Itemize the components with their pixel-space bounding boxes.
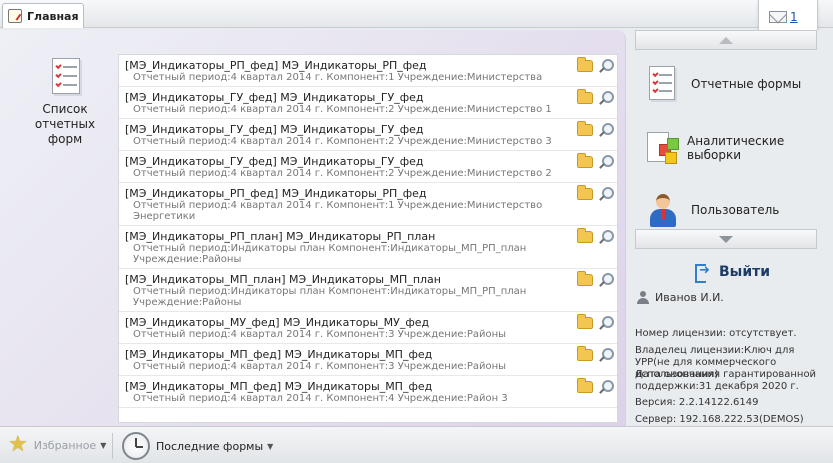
caret-down-icon: ▼ [267, 441, 274, 451]
form-row[interactable]: [МЭ_Индикаторы_МП_план] МЭ_Индикаторы_МП… [119, 269, 617, 312]
form-row[interactable]: [МЭ_Индикаторы_ГУ_фед] МЭ_Индикаторы_ГУ_… [119, 119, 617, 151]
logout-icon [695, 263, 711, 283]
folder-icon[interactable] [577, 314, 593, 329]
folder-icon[interactable] [577, 228, 593, 243]
scroll-down-button[interactable] [635, 229, 817, 249]
forms-list: [МЭ_Индикаторы_РП_фед] МЭ_Индикаторы_РП_… [118, 54, 618, 423]
user-icon [645, 190, 681, 230]
analytics-cubes-icon [645, 128, 679, 168]
recent-forms-menu[interactable]: Последние формы ▼ [122, 432, 273, 460]
form-meta: Отчетный период:4 квартал 2014 г. Компон… [133, 72, 543, 83]
form-meta: Отчетный период:4 квартал 2014 г. Компон… [133, 136, 552, 147]
tab-home[interactable]: Главная [2, 3, 84, 28]
form-row[interactable]: [МЭ_Индикаторы_МП_фед] МЭ_Индикаторы_МП_… [119, 344, 617, 376]
folder-icon[interactable] [577, 346, 593, 361]
form-title[interactable]: [МЭ_Индикаторы_ГУ_фед] МЭ_Индикаторы_ГУ_… [125, 91, 557, 104]
magnifier-icon[interactable] [598, 316, 614, 331]
form-row[interactable]: [МЭ_Индикаторы_РП_план] МЭ_Индикаторы_РП… [119, 226, 617, 269]
user-name: Иванов И.И. [655, 291, 724, 304]
favorites-label: Избранное [33, 438, 97, 452]
bottom-bar: ★ Избранное ▼ Последние формы ▼ [0, 426, 833, 463]
folder-icon[interactable] [577, 57, 593, 72]
magnifier-icon[interactable] [598, 380, 614, 395]
magnifier-icon[interactable] [598, 155, 614, 170]
sidebar-item-label: Аналитические выборки [687, 134, 785, 162]
top-tab-bar: Главная [0, 0, 833, 28]
sidebar-item-analytics[interactable]: Аналитические выборки [645, 128, 825, 168]
notification-count-link[interactable]: 1 [790, 10, 798, 24]
magnifier-icon[interactable] [598, 123, 614, 138]
tab-home-label: Главная [27, 9, 79, 23]
magnifier-icon[interactable] [598, 348, 614, 363]
form-row[interactable]: [МЭ_Индикаторы_ГУ_фед] МЭ_Индикаторы_ГУ_… [119, 151, 617, 183]
list-forms-label: Список отчетных форм [34, 102, 96, 146]
clock-icon [122, 432, 150, 460]
scroll-up-button[interactable] [635, 30, 817, 50]
recent-forms-label: Последние формы [156, 439, 264, 453]
caret-down-icon: ▼ [100, 440, 107, 450]
form-title[interactable]: [МЭ_Индикаторы_ГУ_фед] МЭ_Индикаторы_ГУ_… [125, 123, 557, 136]
magnifier-icon[interactable] [598, 59, 614, 74]
exit-button[interactable]: Выйти [695, 263, 771, 283]
folder-icon[interactable] [577, 185, 593, 200]
form-meta: Отчетный период:Индикаторы план Компонен… [133, 286, 527, 308]
favorites-menu[interactable]: ★ Избранное ▼ [8, 432, 107, 457]
form-row[interactable]: [МЭ_Индикаторы_РП_фед] МЭ_Индикаторы_РП_… [119, 183, 617, 226]
sidebar-item-label: Пользователь [691, 203, 780, 217]
triangle-up-icon [719, 36, 733, 44]
form-row[interactable]: [МЭ_Индикаторы_МУ_фед] МЭ_Индикаторы_МУ_… [119, 312, 617, 344]
magnifier-icon[interactable] [598, 230, 614, 245]
server-info: Сервер: 192.168.222.53(DEMOS) [635, 414, 804, 425]
form-title[interactable]: [МЭ_Индикаторы_ГУ_фед] МЭ_Индикаторы_ГУ_… [125, 155, 557, 168]
star-icon: ★ [8, 432, 28, 457]
form-meta: Отчетный период:4 квартал 2014 г. Компон… [133, 329, 507, 340]
form-meta: Отчетный период:4 квартал 2014 г. Компон… [133, 200, 543, 222]
triangle-down-icon [719, 235, 733, 243]
report-forms-icon [645, 64, 681, 104]
form-title[interactable]: [МЭ_Индикаторы_РП_план] МЭ_Индикаторы_РП… [125, 230, 557, 243]
magnifier-icon[interactable] [598, 273, 614, 288]
form-title[interactable]: [МЭ_Индикаторы_РП_фед] МЭ_Индикаторы_РП_… [125, 59, 557, 72]
form-meta: Отчетный период:4 квартал 2014 г. Компон… [133, 361, 507, 372]
form-row[interactable]: [МЭ_Индикаторы_РП_фед] МЭ_Индикаторы_РП_… [119, 55, 617, 87]
user-small-icon [637, 291, 649, 304]
form-title[interactable]: [МЭ_Индикаторы_МП_план] МЭ_Индикаторы_МП… [125, 273, 557, 286]
sidebar-item-report-forms[interactable]: Отчетные формы [645, 64, 825, 104]
form-meta: Отчетный период:4 квартал 2014 г. Компон… [133, 393, 508, 404]
support-end-date: Дата окончания гарантированной поддержки… [635, 369, 817, 392]
form-title[interactable]: [МЭ_Индикаторы_МП_фед] МЭ_Индикаторы_МП_… [125, 380, 557, 393]
form-meta: Отчетный период:Индикаторы план Компонен… [133, 243, 527, 265]
folder-icon[interactable] [577, 121, 593, 136]
magnifier-icon[interactable] [598, 91, 614, 106]
form-row[interactable]: [МЭ_Индикаторы_МП_фед] МЭ_Индикаторы_МП_… [119, 376, 617, 408]
folder-icon[interactable] [577, 271, 593, 286]
folder-icon[interactable] [577, 153, 593, 168]
magnifier-icon[interactable] [598, 187, 614, 202]
folder-icon[interactable] [577, 378, 593, 393]
divider [112, 433, 113, 459]
folder-icon[interactable] [577, 89, 593, 104]
form-title[interactable]: [МЭ_Индикаторы_МП_фед] МЭ_Индикаторы_МП_… [125, 348, 557, 361]
right-sidebar: Отчетные формы Аналитические выборки Пол… [630, 30, 833, 426]
envelope-icon[interactable] [769, 11, 787, 23]
sidebar-item-user[interactable]: Пользователь [645, 190, 825, 230]
form-title[interactable]: [МЭ_Индикаторы_РП_фед] МЭ_Индикаторы_РП_… [125, 187, 557, 200]
list-forms-tile[interactable]: Список отчетных форм [30, 56, 100, 147]
form-meta: Отчетный период:4 квартал 2014 г. Компон… [133, 168, 552, 179]
form-meta: Отчетный период:4 квартал 2014 г. Компон… [133, 104, 552, 115]
sidebar-item-label: Отчетные формы [691, 77, 802, 91]
exit-label: Выйти [719, 264, 771, 280]
current-user: Иванов И.И. [637, 291, 724, 304]
form-row[interactable]: [МЭ_Индикаторы_ГУ_фед] МЭ_Индикаторы_ГУ_… [119, 87, 617, 119]
report-forms-icon [46, 56, 84, 96]
form-title[interactable]: [МЭ_Индикаторы_МУ_фед] МЭ_Индикаторы_МУ_… [125, 316, 557, 329]
license-number: Номер лицензии: отсутствует. [635, 328, 797, 339]
version-info: Версия: 2.2.14122.6149 [635, 397, 759, 408]
home-form-icon [8, 9, 22, 23]
